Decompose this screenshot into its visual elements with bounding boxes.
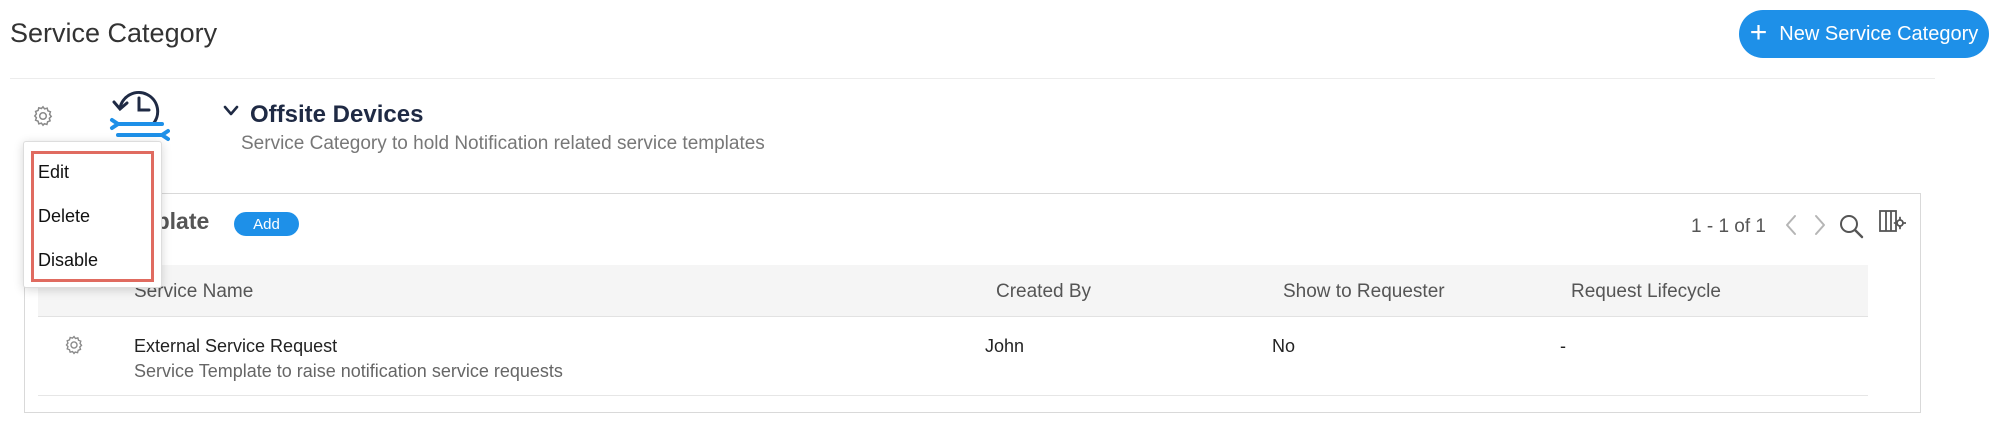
request-lifecycle-cell: - [1560, 336, 1566, 356]
page-title: Service Category [10, 18, 218, 48]
chevron-right-icon[interactable] [1812, 213, 1828, 237]
column-header-show-to-requester[interactable]: Show to Requester [1283, 281, 1445, 303]
new-service-category-label: New Service Category [1779, 22, 1979, 45]
menu-item-disable[interactable]: Disable [38, 250, 98, 271]
menu-item-delete[interactable]: Delete [38, 206, 90, 227]
table-header: Service Name Created By Show to Requeste… [38, 265, 1868, 317]
column-settings-icon[interactable] [1878, 209, 1906, 235]
category-gear-icon[interactable] [31, 104, 55, 128]
category-name[interactable]: Offsite Devices [250, 101, 423, 129]
row-divider [38, 395, 1868, 396]
column-header-created-by[interactable]: Created By [996, 281, 1091, 303]
chevron-left-icon[interactable] [1783, 213, 1799, 237]
column-header-request-lifecycle[interactable]: Request Lifecycle [1571, 281, 1721, 303]
clock-wrench-icon [110, 91, 170, 141]
category-description: Service Category to hold Notification re… [241, 133, 765, 154]
show-to-requester-cell: No [1272, 336, 1296, 356]
service-description-cell: Service Template to raise notification s… [134, 361, 563, 381]
chevron-down-icon[interactable] [222, 104, 240, 118]
search-icon[interactable] [1838, 213, 1864, 239]
row-gear-icon[interactable] [63, 334, 85, 356]
menu-item-edit[interactable]: Edit [38, 162, 69, 183]
header-divider [10, 78, 1935, 79]
new-service-category-button[interactable]: + New Service Category [1739, 10, 1989, 58]
plus-icon: + [1749, 15, 1768, 49]
pagination-text: 1 - 1 of 1 [1691, 216, 1766, 237]
service-name-cell[interactable]: External Service Request [134, 336, 337, 357]
add-template-button[interactable]: Add [234, 212, 299, 236]
created-by-cell: John [985, 336, 1025, 356]
